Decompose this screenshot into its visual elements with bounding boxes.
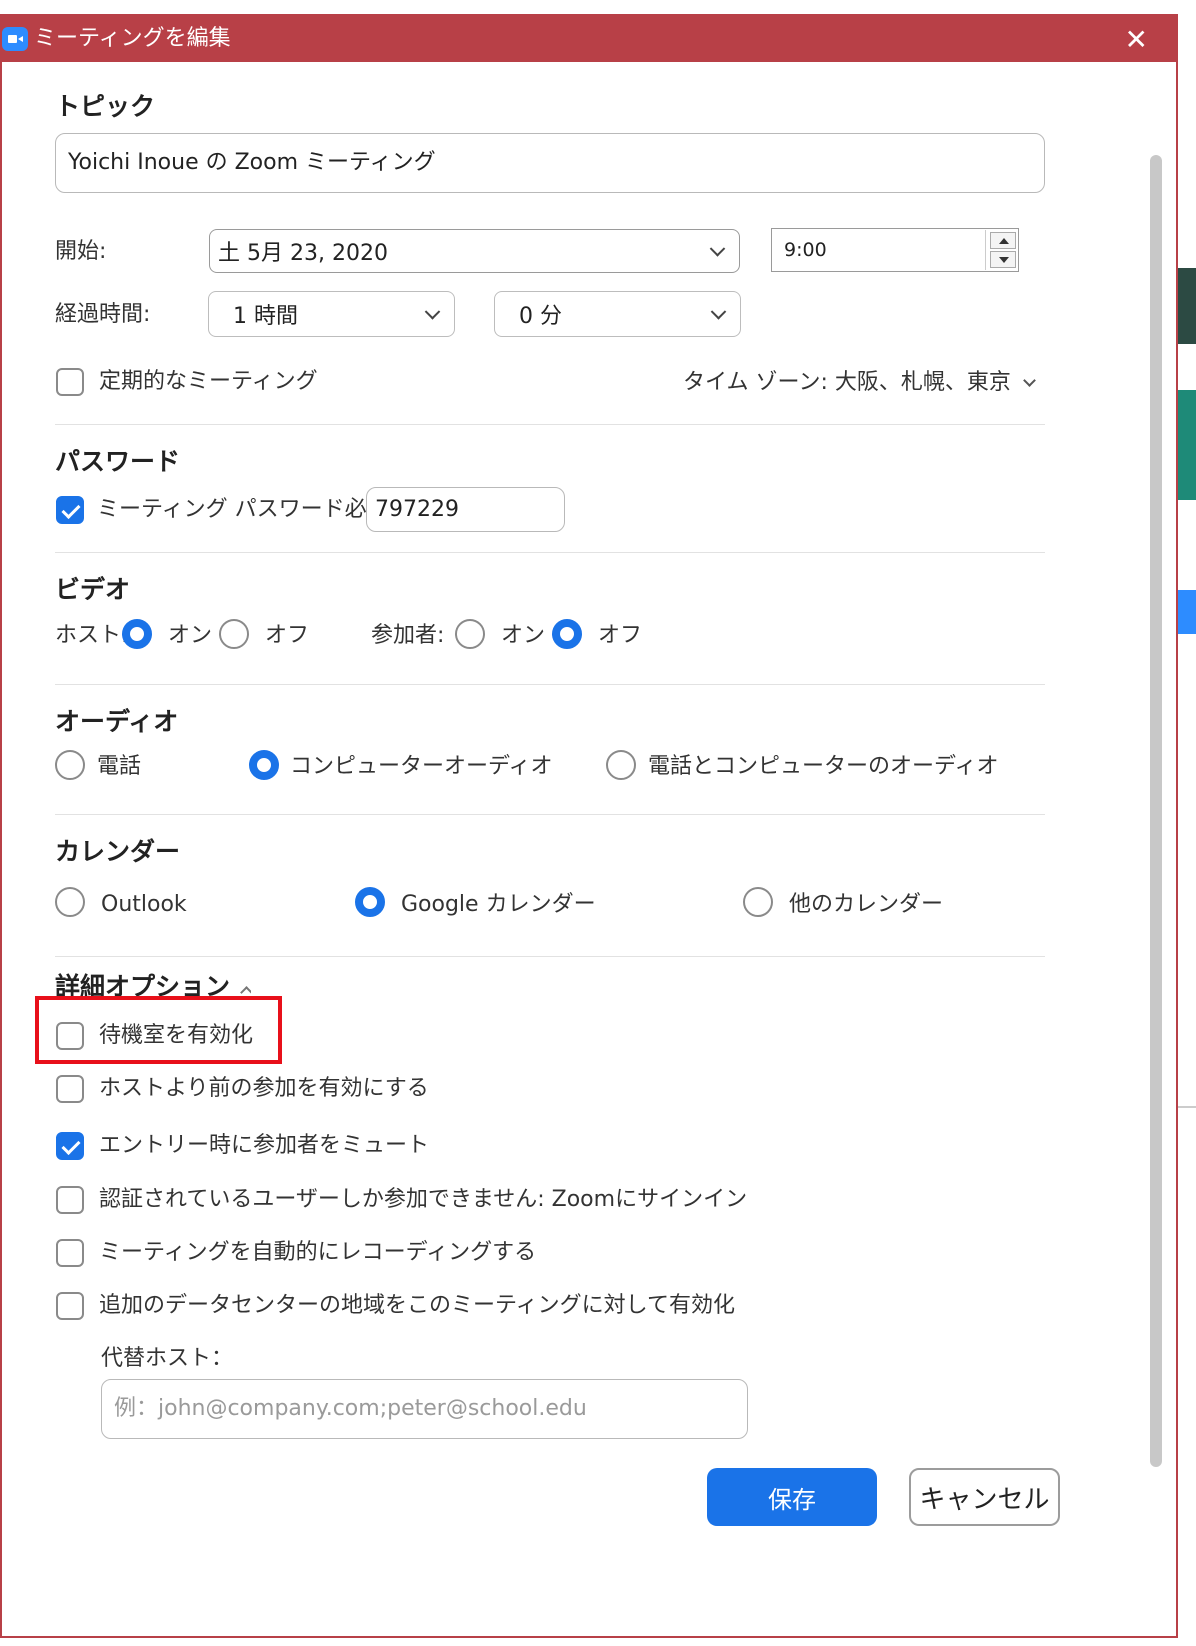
video-participant-on-label: オン bbox=[501, 623, 546, 648]
topic-input[interactable]: Yoichi Inoue の Zoom ミーティング bbox=[55, 133, 1045, 193]
close-icon[interactable]: ✕ bbox=[1125, 26, 1148, 54]
calendar-section-title: カレンダー bbox=[55, 837, 181, 866]
save-button[interactable]: 保存 bbox=[707, 1468, 877, 1526]
time-input[interactable]: 9:00 bbox=[771, 228, 1019, 272]
divider bbox=[55, 814, 1045, 815]
duration-minutes-select[interactable]: 0 分 bbox=[494, 291, 741, 337]
alternative-host-input[interactable]: 例：john@company.com;peter@school.edu bbox=[101, 1379, 748, 1439]
calendar-google-label: Google カレンダー bbox=[401, 892, 596, 917]
topic-label: トピック bbox=[55, 92, 156, 121]
timezone-value: タイム ゾーン: 大阪、札幌、東京 bbox=[683, 370, 1011, 395]
audio-section-title: オーディオ bbox=[55, 707, 179, 736]
video-host-on-label: オン bbox=[168, 623, 213, 648]
date-picker[interactable]: 土 5月 23, 2020 bbox=[209, 229, 740, 273]
video-host-off-radio[interactable] bbox=[219, 619, 249, 649]
alternative-host-placeholder: 例：john@company.com;peter@school.edu bbox=[114, 1396, 587, 1421]
alternative-host-label: 代替ホスト： bbox=[101, 1346, 234, 1371]
duration-label: 経過時間: bbox=[55, 302, 151, 327]
audio-computer-radio[interactable] bbox=[249, 750, 279, 780]
audio-both-label: 電話とコンピューターのオーディオ bbox=[648, 754, 999, 779]
audio-phone-label: 電話 bbox=[97, 754, 142, 779]
advanced-options-toggle[interactable]: 詳細オプション bbox=[55, 970, 252, 998]
video-participant-off-radio[interactable] bbox=[552, 619, 582, 649]
start-label: 開始: bbox=[55, 239, 107, 264]
calendar-outlook-radio[interactable] bbox=[55, 887, 85, 917]
video-participant-label: 参加者: bbox=[371, 623, 445, 648]
calendar-other-label: 他のカレンダー bbox=[789, 892, 944, 917]
advanced-options-title: 詳細オプション bbox=[55, 972, 231, 998]
password-section-title: パスワード bbox=[55, 447, 181, 476]
duration-hours-select[interactable]: 1 時間 bbox=[208, 291, 455, 337]
divider bbox=[55, 684, 1045, 685]
date-value: 土 5月 23, 2020 bbox=[218, 241, 388, 266]
auto-record-checkbox[interactable] bbox=[56, 1239, 84, 1267]
background-app-fragment bbox=[1178, 590, 1196, 634]
duration-minutes-value: 0 分 bbox=[519, 304, 562, 329]
auto-record-label: ミーティングを自動的にレコーディングする bbox=[99, 1240, 537, 1265]
calendar-outlook-label: Outlook bbox=[101, 892, 187, 917]
time-value: 9:00 bbox=[784, 239, 827, 261]
duration-hours-value: 1 時間 bbox=[233, 304, 298, 329]
divider bbox=[55, 552, 1045, 553]
divider bbox=[55, 956, 1045, 957]
title-bar: ミーティングを編集 ✕ bbox=[2, 16, 1176, 62]
video-participant-on-radio[interactable] bbox=[455, 619, 485, 649]
spin-down-icon[interactable] bbox=[990, 251, 1016, 268]
cancel-button[interactable]: キャンセル bbox=[909, 1468, 1060, 1526]
authenticated-only-label: 認証されているユーザーしか参加できません: Zoomにサインイン bbox=[99, 1187, 748, 1212]
divider bbox=[55, 424, 1045, 425]
recurring-checkbox[interactable] bbox=[56, 368, 84, 396]
vertical-scrollbar[interactable] bbox=[1150, 155, 1162, 1467]
join-before-host-label: ホストより前の参加を有効にする bbox=[99, 1076, 429, 1101]
data-center-checkbox[interactable] bbox=[56, 1292, 84, 1320]
calendar-google-radio[interactable] bbox=[355, 887, 385, 917]
authenticated-only-checkbox[interactable] bbox=[56, 1186, 84, 1214]
video-host-off-label: オフ bbox=[265, 623, 310, 648]
zoom-logo-icon bbox=[2, 27, 28, 51]
chevron-down-icon bbox=[710, 304, 727, 320]
background-app-strip bbox=[1178, 0, 1196, 1646]
background-app-fragment bbox=[1178, 268, 1196, 344]
password-input[interactable]: 797229 bbox=[366, 487, 565, 532]
password-required-label: ミーティング パスワード必須 bbox=[97, 497, 389, 522]
video-host-on-radio[interactable] bbox=[122, 619, 152, 649]
mute-on-entry-label: エントリー時に参加者をミュート bbox=[99, 1133, 430, 1158]
data-center-label: 追加のデータセンターの地域をこのミーティングに対して有効化 bbox=[99, 1293, 736, 1318]
audio-phone-radio[interactable] bbox=[55, 750, 85, 780]
chevron-down-icon bbox=[1023, 374, 1036, 387]
timezone-select[interactable]: タイム ゾーン: 大阪、札幌、東京 bbox=[683, 368, 1036, 398]
password-required-checkbox[interactable] bbox=[56, 496, 84, 524]
video-participant-off-label: オフ bbox=[598, 623, 643, 648]
audio-computer-label: コンピューターオーディオ bbox=[290, 754, 553, 779]
audio-both-radio[interactable] bbox=[606, 750, 636, 780]
mute-on-entry-checkbox[interactable] bbox=[56, 1132, 84, 1160]
video-section-title: ビデオ bbox=[55, 575, 131, 604]
highlight-annotation-box bbox=[35, 996, 282, 1064]
background-app-fragment bbox=[1178, 1106, 1196, 1108]
window-title: ミーティングを編集 bbox=[34, 26, 231, 51]
recurring-label: 定期的なミーティング bbox=[99, 369, 318, 394]
join-before-host-checkbox[interactable] bbox=[56, 1075, 84, 1103]
calendar-other-radio[interactable] bbox=[743, 887, 773, 917]
background-app-fragment bbox=[1178, 390, 1196, 500]
time-spinner bbox=[985, 230, 1017, 270]
chevron-down-icon bbox=[424, 304, 441, 320]
video-host-label: ホスト: bbox=[55, 623, 129, 648]
chevron-down-icon bbox=[709, 241, 726, 257]
spin-up-icon[interactable] bbox=[990, 232, 1016, 249]
